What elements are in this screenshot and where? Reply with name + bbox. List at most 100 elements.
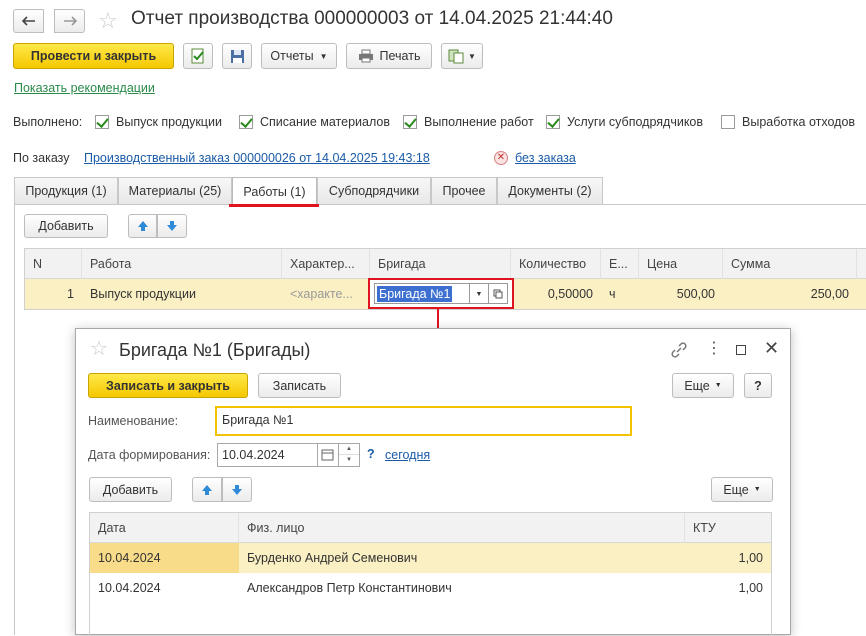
post-button[interactable] [183, 43, 213, 69]
name-field-value: Бригада №1 [222, 413, 294, 427]
calendar-button[interactable] [318, 443, 339, 467]
spinner-down-icon[interactable]: ▼ [339, 455, 359, 465]
name-field[interactable]: Бригада №1 [215, 406, 632, 436]
dialog-more-dropdown[interactable]: Еще ▼ [672, 373, 734, 398]
show-recommendations-link[interactable]: Показать рекомендации [14, 81, 155, 95]
col-characteristic: Характер... [282, 249, 370, 279]
spinner-up-icon[interactable]: ▲ [339, 444, 359, 455]
cell-unit: ч [609, 287, 616, 301]
create-based-on-icon [448, 49, 464, 64]
checkbox-subcontractor-services[interactable] [546, 115, 560, 129]
date-field[interactable]: 10.04.2024 [217, 443, 318, 467]
more-label-2: Еще [723, 482, 749, 497]
checkbox-waste-output-label: Выработка отходов [742, 115, 856, 129]
reports-dropdown[interactable]: Отчеты ▼ [261, 43, 337, 69]
tab-products[interactable]: Продукция (1) [14, 177, 118, 204]
col-date: Дата [90, 513, 239, 543]
tab-documents[interactable]: Документы (2) [497, 177, 603, 204]
back-button[interactable] [13, 9, 44, 33]
arrow-up-icon [137, 221, 148, 231]
brigade-open-button[interactable] [489, 283, 508, 304]
cell-work: Выпуск продукции [90, 287, 196, 301]
forward-button[interactable] [54, 9, 85, 33]
date-label: Дата формирования: [88, 448, 211, 462]
members-table-header: Дата Физ. лицо КТУ [90, 513, 771, 543]
col-extra [857, 249, 866, 279]
checkbox-waste-output[interactable] [721, 115, 735, 129]
cell-ktu: 1,00 [738, 581, 763, 595]
today-link[interactable]: сегодня [385, 448, 430, 462]
active-tab-underline [229, 204, 319, 207]
checkbox-work-execution-label: Выполнение работ [424, 115, 534, 129]
col-sum: Сумма [723, 249, 857, 279]
move-down-button[interactable] [157, 214, 187, 238]
chevron-down-icon: ▼ [319, 51, 328, 61]
add-work-button[interactable]: Добавить [24, 214, 108, 238]
col-price: Цена [639, 249, 723, 279]
cell-person: Бурденко Андрей Семенович [247, 551, 418, 565]
checkbox-materials-writeoff-label: Списание материалов [260, 115, 391, 129]
post-document-icon [191, 48, 204, 64]
window-title: Отчет производства 000000003 от 14.04.20… [131, 8, 613, 29]
help-button[interactable]: ? [744, 373, 772, 398]
dialog-more-dropdown-2[interactable]: Еще ▼ [711, 477, 773, 502]
reports-label: Отчеты [270, 49, 314, 63]
brigade-select-button[interactable]: ▼ [470, 283, 489, 304]
cell-ktu: 1,00 [738, 551, 763, 565]
dialog-star-icon[interactable]: ☆ [90, 338, 108, 360]
maximize-icon[interactable] [736, 345, 746, 355]
cell-characteristic: <характе... [290, 287, 353, 301]
post-and-close-button[interactable]: Провести и закрыть [13, 43, 174, 69]
save-and-close-button[interactable]: Записать и закрыть [88, 373, 248, 398]
checkbox-product-output-label: Выпуск продукции [116, 115, 222, 129]
tab-materials[interactable]: Материалы (25) [118, 177, 232, 204]
tab-subcontractors[interactable]: Субподрядчики [317, 177, 431, 204]
cell-person: Александров Петр Константинович [247, 581, 452, 595]
brigade-input[interactable]: Бригада №1 [374, 283, 470, 304]
arrow-up-icon [202, 484, 212, 495]
col-unit: Е... [601, 249, 639, 279]
table-row[interactable]: 10.04.2024 Бурденко Андрей Семенович 1,0… [90, 543, 771, 573]
date-help-mark[interactable]: ? [367, 447, 375, 461]
dialog-move-up-button[interactable] [192, 477, 222, 502]
name-label: Наименование: [88, 414, 179, 428]
print-button[interactable]: Печать [346, 43, 432, 69]
calendar-icon [321, 449, 334, 461]
open-form-icon [493, 289, 503, 299]
tab-other[interactable]: Прочее [431, 177, 497, 204]
arrow-left-icon [21, 16, 35, 26]
chevron-down-icon: ▼ [753, 486, 761, 493]
clear-order-icon[interactable]: ✕ [494, 151, 508, 165]
checkbox-product-output[interactable] [95, 115, 109, 129]
table-row[interactable]: 10.04.2024 Александров Петр Константинов… [90, 573, 771, 603]
checkbox-work-execution[interactable] [403, 115, 417, 129]
print-label: Печать [379, 49, 421, 63]
arrow-down-icon [232, 484, 242, 495]
create-based-on-dropdown[interactable]: ▼ [441, 43, 483, 69]
chevron-down-icon: ▼ [468, 51, 476, 61]
brigade-dialog: ☆ Бригада №1 (Бригады) ⋮ ✕ Записать и за… [75, 328, 791, 636]
cell-price: 500,00 [676, 287, 715, 301]
more-actions-icon[interactable]: ⋮ [706, 339, 722, 359]
cell-sum: 250,00 [810, 287, 849, 301]
production-order-link[interactable]: Производственный заказ 000000026 от 14.0… [84, 151, 430, 165]
without-order-link[interactable]: без заказа [515, 151, 576, 165]
dialog-title: Бригада №1 (Бригады) [119, 340, 311, 360]
order-label: По заказу [13, 151, 70, 165]
date-spinner[interactable]: ▲ ▼ [339, 443, 360, 467]
save-button[interactable] [222, 43, 252, 69]
col-work: Работа [82, 249, 282, 279]
tab-works[interactable]: Работы (1) [232, 177, 317, 205]
checkbox-materials-writeoff[interactable] [239, 115, 253, 129]
close-icon[interactable]: ✕ [764, 337, 779, 359]
dialog-add-button[interactable]: Добавить [89, 477, 172, 502]
move-up-button[interactable] [128, 214, 157, 238]
floppy-disk-icon [230, 49, 244, 63]
favorite-star-icon[interactable]: ☆ [98, 9, 118, 33]
cell-n: 1 [67, 287, 74, 301]
dialog-move-down-button[interactable] [222, 477, 252, 502]
save-dialog-button[interactable]: Записать [258, 373, 341, 398]
chevron-down-icon: ▼ [475, 291, 483, 298]
cell-quantity: 0,50000 [547, 287, 593, 301]
link-icon[interactable] [671, 342, 687, 358]
